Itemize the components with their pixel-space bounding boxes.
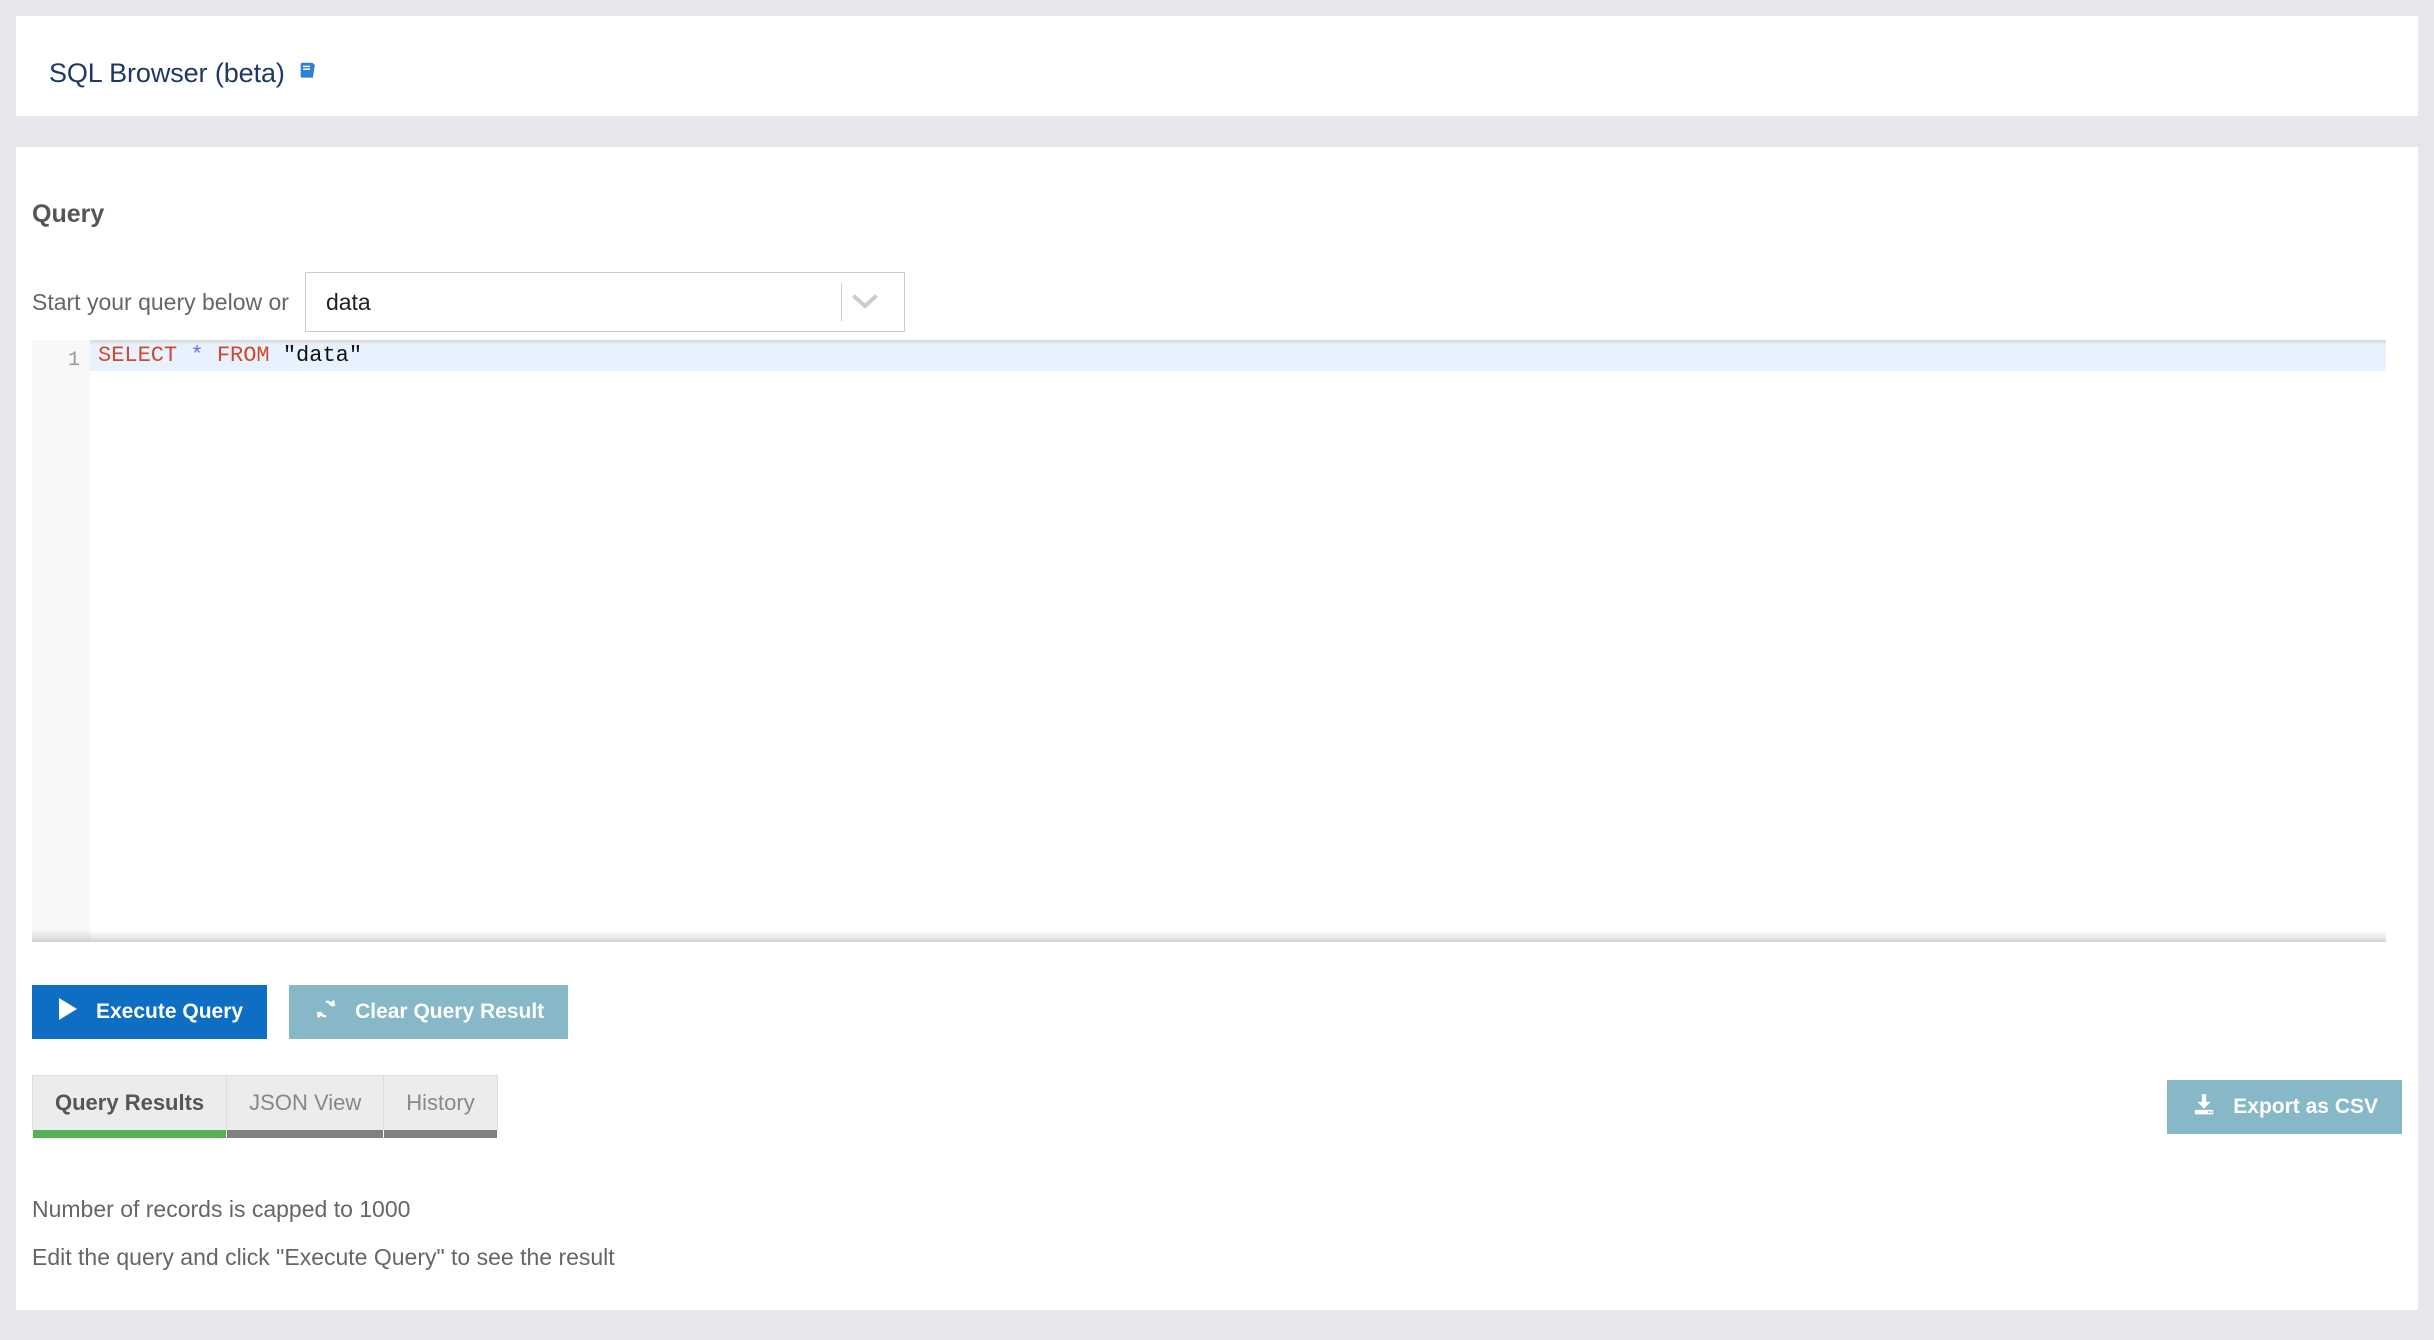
- query-start-label: Start your query below or: [32, 289, 289, 316]
- editor-gutter: 1: [32, 340, 90, 940]
- tab-json-view-underline: [227, 1130, 383, 1138]
- query-section-title: Query: [32, 200, 104, 229]
- chevron-down-icon[interactable]: [842, 273, 888, 331]
- execute-query-button[interactable]: Execute Query: [32, 985, 267, 1039]
- tab-query-results-label: Query Results: [55, 1090, 204, 1116]
- tab-json-view-label: JSON View: [249, 1090, 361, 1116]
- editor-top-shadow: [90, 340, 2386, 345]
- sql-editor[interactable]: 1 SELECT * FROM "data": [32, 340, 2386, 940]
- line-number: 1: [68, 346, 80, 376]
- empty-result-note: Edit the query and click "Execute Query"…: [32, 1244, 615, 1271]
- book-icon: [297, 60, 319, 87]
- export-as-csv-button[interactable]: Export as CSV: [2167, 1080, 2402, 1134]
- table-select-value: data: [306, 289, 371, 316]
- action-button-row: Execute Query Clear Query Result: [32, 985, 568, 1039]
- tab-history[interactable]: History: [383, 1075, 497, 1130]
- execute-query-label: Execute Query: [96, 1000, 243, 1024]
- tab-history-label: History: [406, 1090, 474, 1116]
- editor-horizontal-scrollbar[interactable]: [32, 930, 2386, 942]
- export-as-csv-label: Export as CSV: [2233, 1095, 2378, 1119]
- editor-body[interactable]: SELECT * FROM "data": [90, 340, 2386, 940]
- app-header: SQL Browser (beta): [16, 16, 2418, 116]
- results-tabs: Query Results JSON View History: [32, 1075, 497, 1130]
- header-title-row: SQL Browser (beta): [49, 58, 319, 89]
- download-icon: [2191, 1091, 2217, 1123]
- tab-query-results-underline: [33, 1130, 226, 1138]
- table-select[interactable]: data: [305, 272, 905, 332]
- tab-history-underline: [384, 1130, 496, 1138]
- clear-query-result-label: Clear Query Result: [355, 1000, 544, 1024]
- tab-query-results[interactable]: Query Results: [32, 1075, 227, 1130]
- records-cap-note: Number of records is capped to 1000: [32, 1196, 410, 1223]
- query-start-row: Start your query below or data: [32, 272, 905, 332]
- page-title: SQL Browser (beta): [49, 58, 285, 89]
- tab-json-view[interactable]: JSON View: [226, 1075, 384, 1130]
- refresh-icon: [313, 996, 339, 1028]
- play-icon: [56, 996, 80, 1028]
- clear-query-result-button[interactable]: Clear Query Result: [289, 985, 568, 1039]
